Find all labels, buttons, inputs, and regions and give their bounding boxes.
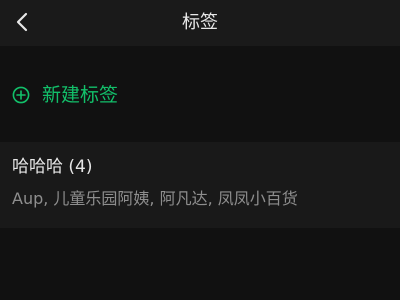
plus-circle-icon [12,86,30,104]
tag-group-members: Aup, 儿童乐园阿姨, 阿凡达, 凤凤小百货 [12,189,298,208]
tag-group-title: 哈哈哈 (4) [12,157,93,177]
new-tag-label: 新建标签 [42,84,119,106]
new-tag-button[interactable]: 新建标签 [0,70,400,120]
tags-screen: 标签 新建标签 哈哈哈 (4) Aup, 儿童乐园阿姨, 阿凡达, 凤凤小百货 [0,0,400,300]
navigation-bar: 标签 [0,0,400,46]
page-title: 标签 [182,12,218,33]
tag-group-item[interactable]: 哈哈哈 (4) Aup, 儿童乐园阿姨, 阿凡达, 凤凤小百货 [0,142,400,228]
